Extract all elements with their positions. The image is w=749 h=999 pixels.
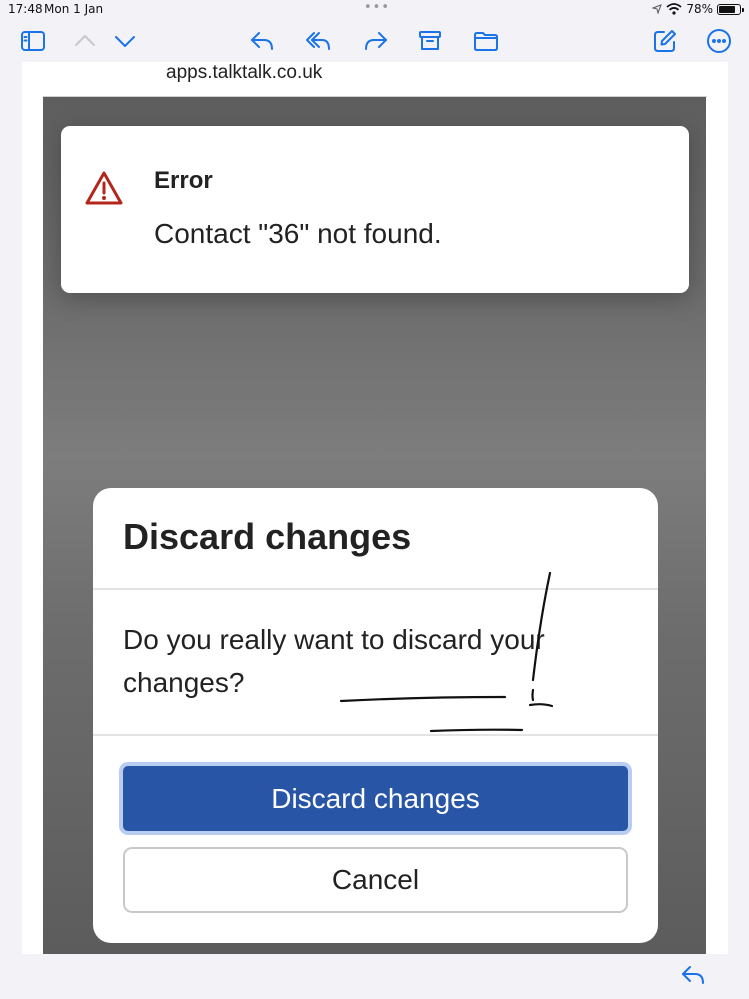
- multitask-dots-icon[interactable]: •••: [364, 0, 390, 15]
- more-icon[interactable]: [704, 26, 734, 56]
- archive-icon[interactable]: [415, 26, 445, 56]
- status-bar: 17:48 Mon 1 Jan ••• 78%: [0, 0, 749, 20]
- sidebar-icon[interactable]: [18, 26, 48, 56]
- warning-icon: [85, 171, 123, 205]
- battery-percent: 78%: [686, 2, 713, 16]
- forward-icon[interactable]: [361, 26, 391, 56]
- cancel-button[interactable]: Cancel: [123, 847, 628, 913]
- wifi-icon: [666, 3, 682, 15]
- status-time: 17:48: [8, 2, 43, 16]
- compose-icon[interactable]: [650, 26, 680, 56]
- status-date: Mon 1 Jan: [44, 2, 104, 16]
- error-toast: Error Contact "36" not found.: [61, 126, 689, 293]
- error-title: Error: [154, 167, 213, 194]
- location-icon: [652, 4, 663, 14]
- battery-icon: [717, 3, 744, 15]
- error-message: Contact "36" not found.: [154, 218, 442, 249]
- folder-icon[interactable]: [471, 26, 501, 56]
- bottom-toolbar: [0, 954, 749, 999]
- battery-fill: [719, 5, 735, 13]
- sender-url: apps.talktalk.co.uk: [166, 62, 323, 83]
- status-right: 78%: [652, 2, 744, 16]
- mail-toolbar: [0, 20, 749, 62]
- reply-icon[interactable]: [679, 961, 707, 989]
- reply-all-icon[interactable]: [303, 26, 333, 56]
- chevron-up-icon[interactable]: [70, 26, 100, 56]
- reply-icon[interactable]: [247, 26, 277, 56]
- chevron-down-icon[interactable]: [110, 26, 140, 56]
- mail-app: 17:48 Mon 1 Jan ••• 78% apps.talktalk.co…: [0, 0, 749, 999]
- dialog-title: Discard changes: [123, 516, 412, 557]
- discard-changes-button[interactable]: Discard changes: [119, 762, 632, 835]
- attached-screenshot: Error Contact "36" not found. Discard ch…: [43, 97, 706, 954]
- divider: [93, 734, 658, 736]
- dialog-message: Do you really want to discard your chang…: [123, 624, 545, 698]
- discard-dialog: Discard changes Do you really want to di…: [93, 488, 658, 943]
- divider: [93, 588, 658, 590]
